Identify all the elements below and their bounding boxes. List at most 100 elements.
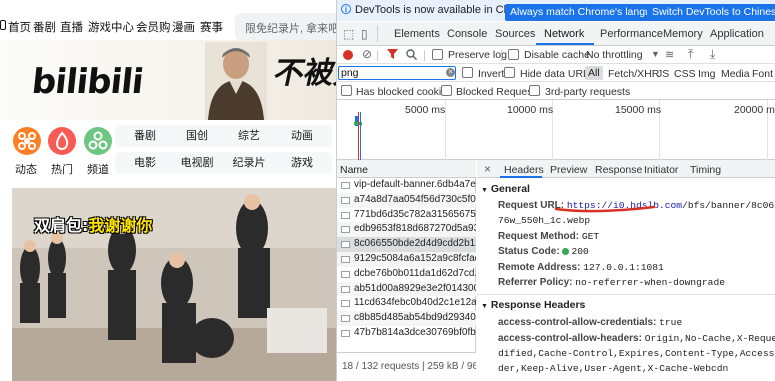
nav-bangumi[interactable]: 番剧 [33, 19, 56, 35]
device-toolbar-icon[interactable]: ▯ [361, 27, 368, 41]
channel-guochuang[interactable]: 国创 [167, 125, 227, 147]
request-row[interactable]: edb9653f818d687270d5a93... [337, 222, 476, 238]
channel-icon[interactable] [84, 127, 112, 155]
blocked-cookies-checkbox[interactable] [341, 85, 352, 96]
tab-headers[interactable]: Headers [504, 164, 544, 176]
tab-application[interactable]: Application [710, 28, 764, 40]
request-row[interactable]: 11cd634febc0b40d2c1e12a... [337, 296, 476, 311]
nav-live[interactable]: 直播 [60, 19, 83, 35]
divider [377, 50, 378, 61]
tab-sources[interactable]: Sources [495, 28, 535, 40]
channel-tv-series[interactable]: 电视剧 [167, 152, 227, 174]
status-label: Status Code: [498, 246, 560, 257]
clear-icon[interactable]: ⊘ [362, 47, 372, 61]
bilibili-page: 首页 番剧 直播 游戏中心 会员购 漫画 赛事 限免纪录片, 拿来吧 bilib… [0, 0, 336, 381]
download-har-icon[interactable]: ⤓ [710, 47, 715, 62]
type-filter-font[interactable]: Font [752, 68, 773, 80]
request-row[interactable]: 9129c5084a6a152a9c8fcfae... [337, 252, 476, 267]
blocked-requests-checkbox[interactable] [441, 85, 452, 96]
acah-label: access-control-allow-headers: [498, 333, 642, 344]
disable-cache-label: Disable cache [524, 49, 590, 61]
image-file-icon [341, 315, 350, 323]
image-file-icon [341, 211, 350, 219]
image-file-icon [341, 285, 350, 293]
disable-cache-checkbox[interactable] [508, 49, 519, 60]
network-timeline-overview[interactable]: 5000 ms 10000 ms 15000 ms 20000 m [337, 100, 775, 160]
response-headers-section-header[interactable]: ▼ Response Headers [477, 297, 775, 313]
close-icon[interactable]: × [484, 162, 491, 176]
tab-timing[interactable]: Timing [690, 164, 721, 176]
tab-initiator[interactable]: Initiator [644, 164, 678, 176]
search-input[interactable]: 限免纪录片, 拿来吧 [235, 13, 336, 41]
switch-to-chinese-button[interactable]: Switch DevTools to Chinese [647, 4, 775, 21]
request-name: vip-default-banner.6db4a7ed... [354, 179, 476, 190]
channel-anime[interactable]: 番剧 [115, 125, 175, 147]
inspect-element-icon[interactable]: ⬚ [343, 27, 354, 41]
request-row[interactable]: ab51d00a8929e3e2f014300... [337, 281, 476, 297]
type-filter-img[interactable]: Img [698, 68, 716, 80]
third-party-label: 3rd-party requests [545, 86, 631, 98]
tab-performance[interactable]: Performance [600, 28, 663, 40]
tab-elements[interactable]: Elements [394, 28, 440, 40]
tab-console[interactable]: Console [447, 28, 487, 40]
request-row[interactable]: 771bd6d35c782a31565675f... [337, 208, 476, 223]
nav-manga[interactable]: 漫画 [172, 19, 195, 35]
hot-icon[interactable] [48, 127, 76, 155]
type-filter-media[interactable]: Media [721, 68, 750, 80]
tab-response[interactable]: Response [595, 164, 642, 176]
invert-checkbox[interactable] [462, 67, 473, 78]
type-filter-js[interactable]: JS [657, 68, 669, 80]
request-name: 771bd6d35c782a31565675f... [354, 208, 476, 220]
name-column-header[interactable]: Name [337, 160, 476, 178]
filter-bar: × Invert Hide data URLs All Fetch/XHR JS… [337, 64, 775, 82]
channel-animation[interactable]: 动画 [272, 125, 332, 147]
image-file-icon [341, 330, 350, 337]
nav-game-center[interactable]: 游戏中心 [88, 19, 134, 35]
hide-data-urls-checkbox[interactable] [504, 67, 515, 78]
remote-value: 127.0.0.1:1081 [583, 262, 664, 273]
chevron-down-icon[interactable]: ▼ [651, 49, 660, 59]
channel-documentary[interactable]: 纪录片 [219, 152, 279, 174]
type-filter-fetch-xhr[interactable]: Fetch/XHR [608, 68, 659, 80]
tv-icon[interactable] [0, 20, 6, 30]
quick-label-hot: 热门 [51, 164, 73, 176]
request-row-selected[interactable]: 8c066550bde2d4d9cdd2b12... [337, 237, 476, 252]
bilibili-logo[interactable]: bilibili [30, 62, 145, 102]
nav-vip-shop[interactable]: 会员购 [136, 19, 171, 35]
tab-preview[interactable]: Preview [550, 164, 587, 176]
request-row[interactable]: 47b7b814a3dce30769bf0fba... [337, 326, 476, 341]
nav-esports[interactable]: 赛事 [200, 19, 223, 35]
upload-har-icon[interactable]: ⤒ [688, 47, 693, 62]
tab-memory[interactable]: Memory [663, 28, 703, 40]
preserve-log-checkbox[interactable] [432, 49, 443, 60]
record-icon[interactable] [343, 50, 353, 60]
response-headers-title: Response Headers [490, 299, 586, 311]
language-infobar: i DevTools is now available in Chinese! … [337, 0, 775, 21]
dom-content-loaded-marker [360, 112, 361, 160]
throttling-select[interactable]: No throttling [586, 49, 643, 61]
network-conditions-icon[interactable]: ≋ [665, 48, 674, 61]
request-row[interactable]: c8b85d485ab54bd9d293408... [337, 311, 476, 326]
request-name: a74a8d7aa054f56d730c5f00... [354, 193, 476, 205]
tab-network[interactable]: Network [544, 28, 584, 40]
general-section-header[interactable]: ▼ General [477, 181, 775, 197]
channel-game[interactable]: 游戏 [272, 152, 332, 174]
third-party-checkbox[interactable] [529, 85, 540, 96]
type-filter-all[interactable]: All [585, 66, 603, 80]
request-row[interactable]: vip-default-banner.6db4a7ed... [337, 178, 476, 193]
section-divider [477, 294, 775, 295]
channel-movie[interactable]: 电影 [115, 152, 175, 174]
channel-variety[interactable]: 综艺 [219, 125, 279, 147]
request-name: 9129c5084a6a152a9c8fcfae... [354, 253, 476, 264]
hero-video-thumbnail[interactable]: 双肩包:我谢谢你 [12, 188, 336, 381]
filter-input[interactable] [338, 66, 456, 80]
search-icon[interactable] [406, 49, 417, 60]
nav-home[interactable]: 首页 [8, 19, 31, 35]
request-row[interactable]: a74a8d7aa054f56d730c5f00... [337, 192, 476, 208]
dynamic-icon[interactable] [13, 127, 41, 155]
timeline-tick: 10000 ms [507, 104, 554, 116]
type-filter-css[interactable]: CSS [674, 68, 696, 80]
filter-icon[interactable] [387, 49, 398, 60]
request-row[interactable]: dcbe76b0b011da1d62d7cd... [337, 267, 476, 282]
clear-filter-icon[interactable]: × [446, 68, 455, 77]
